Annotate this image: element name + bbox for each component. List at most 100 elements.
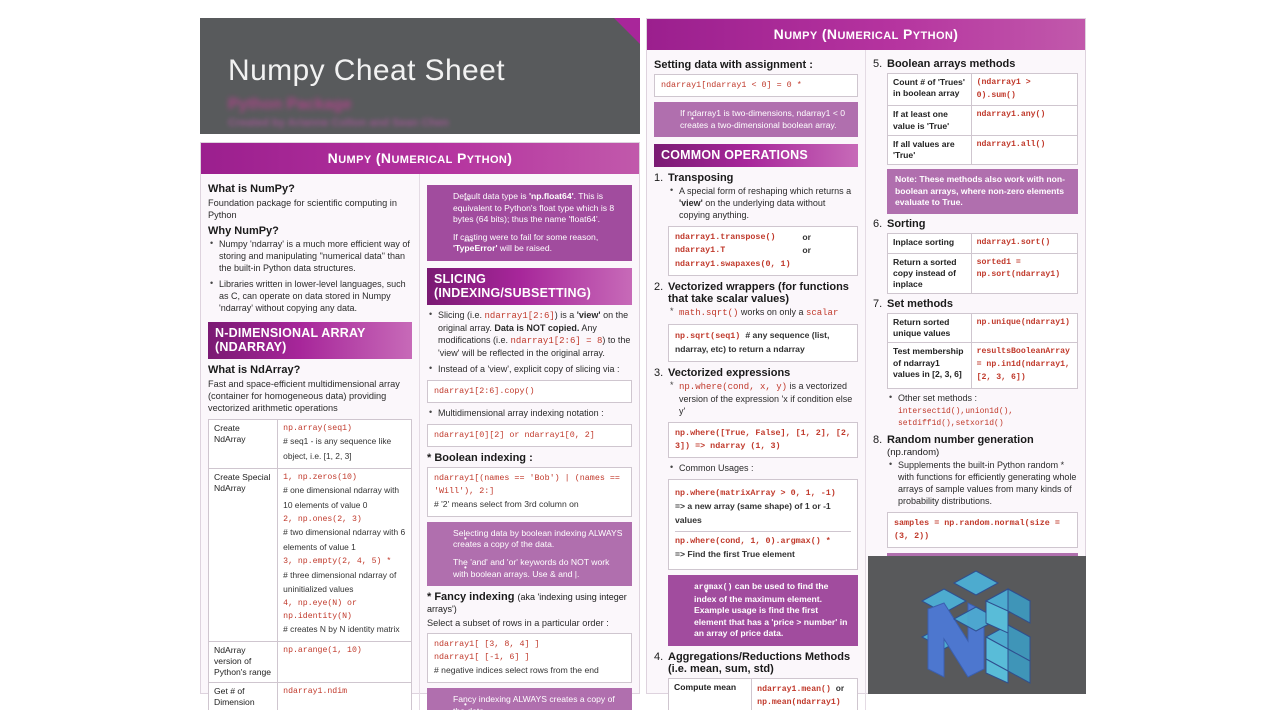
code-line: ndarray1.transpose() or (675, 231, 851, 244)
code-text: scalar (805, 307, 839, 318)
table-cell-key: Test membership of ndarray1 values in [2… (887, 342, 972, 389)
list-item: Other set methods : intersect1d(),union1… (887, 392, 1078, 430)
heading-what-is-ndarray: What is NdArray? (208, 364, 301, 377)
code-fancy-indexing: ndarray1[ [3, 8, 4] ] ndarray1[ [-1, 6] … (427, 633, 632, 684)
numpy-logo-icon (920, 570, 1032, 684)
note-text: The 'and' and 'or' keywords do NOT work … (453, 557, 610, 579)
code-text: ndarray1.T (675, 245, 726, 256)
code-text: ndarray1.all() (976, 139, 1046, 149)
banner-text-pre: N (327, 150, 339, 166)
code-text: ndarray1.sort() (976, 237, 1051, 247)
list-item: A special form of reshaping which return… (668, 185, 858, 222)
note-row: *** If casting were to fail for some rea… (453, 232, 624, 255)
list-slicing-2: Multidimensional array indexing notation… (427, 407, 632, 420)
table-row: Compute mean ndarray1.mean() or np.mean(… (667, 677, 858, 710)
section-common-operations: COMMON OPERATIONS (654, 144, 858, 168)
title-banner: Numpy Cheat Sheet Python Package Created… (200, 18, 640, 134)
table-row: Create NdArray np.array(seq1) # seq1 - i… (207, 418, 412, 469)
note-text-pre: If casting were to fail for some reason, (453, 231, 599, 242)
page-subtitle: Python Package (228, 96, 352, 113)
code-row: np.where(cond, 1, 0).argmax() * => Find … (675, 530, 851, 565)
operation-title: Aggregations/Reductions Methods (i.e. me… (668, 650, 851, 675)
code-text: ndarray1[2:6].copy() (434, 385, 535, 396)
banner-text-w1: UMPY (784, 30, 818, 42)
code-text: ndarray1[(names == 'Bob') | (names == 'W… (434, 472, 620, 496)
code-comment: => Find the first True element (675, 548, 795, 559)
list-vectorized-expressions: np.where(cond, x, y) is a vectorized ver… (668, 380, 858, 418)
banner-text-w2: UMERICAL (391, 154, 453, 166)
heading-why-numpy: Why NumPy? (208, 225, 279, 238)
banner-text-w1: UMPY (338, 154, 372, 166)
heading-what-is-numpy: What is NumPy? (208, 183, 295, 195)
list-why-numpy: Numpy 'ndarray' is a much more efficient… (208, 238, 412, 315)
operation-title-sub: (np.random) (887, 446, 940, 458)
code-text: np.array(seq1) (283, 423, 352, 433)
table-cell-key: Get # of Dimension (207, 681, 279, 710)
column-common-operations: Setting data with assignment : ndarray1[… (647, 50, 866, 710)
code-comment: # negative indices select rows from the … (434, 665, 599, 676)
code-text: math.sqrt() (679, 307, 739, 318)
note-footnotes: ** Default data type is 'np.float64'. Th… (427, 185, 632, 261)
code-text: resultsBooleanArray = np.in1d(ndarray1, … (976, 347, 1070, 382)
code-text: ndarray1[ [-1, 6] ] (434, 652, 530, 663)
code-or: or (802, 245, 811, 256)
code-where-example: np.where([True, False], [1, 2], [2, 3]) … (668, 421, 858, 458)
operation-item-boolean-methods: Boolean arrays methods Count # of 'Trues… (873, 58, 1079, 214)
code-boolean-indexing: ndarray1[(names == 'Bob') | (names == 'W… (427, 466, 632, 517)
table-cell-key: Create NdArray (207, 418, 279, 469)
note-text-post: will be raised. (497, 243, 552, 254)
list-item: np.where(cond, x, y) is a vectorized ver… (668, 380, 858, 418)
note-row: • If ndarray1 is two-dimensions, ndarray… (680, 108, 850, 131)
note-text: If ndarray1 is two-dimensions, ndarray1 … (680, 108, 846, 130)
note-text-code: 'TypeError' (453, 243, 498, 254)
bullet-icon: • (464, 563, 467, 573)
text-fancy-indexing: Select a subset of rows in a particular … (427, 618, 609, 629)
code-text: ndarray1[ndarray1 < 0] = 0 * (661, 80, 802, 90)
table-row: NdArray version of Python's range np.ara… (207, 641, 412, 683)
note-text: If casting were to fail for some reason,… (453, 232, 598, 254)
list-other-set-methods: Other set methods : intersect1d(),union1… (887, 392, 1078, 430)
table-row: If at least one value is 'True' ndarray1… (887, 105, 1079, 136)
code-text: 2, np.ones(2, 3) (283, 514, 362, 524)
page-subtitle-secondary: Created by Arianne Colton and Sean Chen (228, 117, 449, 129)
code-comment: # seq1 - is any sequence like object, i.… (283, 436, 392, 461)
code-text: ndarray1.mean() (757, 684, 831, 694)
table-cell-key: If all values are 'True' (887, 134, 972, 166)
list-common-usages: Common Usages : (668, 462, 858, 475)
note-text: These methods also work with non-boolean… (895, 174, 1065, 208)
code-text: (ndarray1 > 0).sum() (976, 78, 1031, 100)
code-text: ndarray1.swapaxes(0, 1) (675, 258, 791, 269)
table-row: Get # of Dimension ndarray1.ndim (207, 681, 412, 710)
table-cell-value: ndarray1.mean() or np.mean(ndarray1) (751, 677, 858, 710)
code-text: 1, np.zeros(10) (283, 472, 357, 482)
note-boolean-indexing: • Selecting data by boolean indexing ALW… (427, 521, 632, 587)
operation-item-vectorized-wrappers: Vectorized wrappers (for functions that … (654, 281, 858, 362)
operation-title: Transposing (668, 172, 734, 185)
note-row: • argmax() can be used to find the index… (694, 581, 850, 640)
left-panel-banner: NUMPY (NUMERICAL PYTHON) (201, 143, 639, 174)
code-transposing: ndarray1.transpose() or ndarray1.T or ndar… (668, 226, 858, 276)
list-vectorized-wrappers: math.sqrt() works on only a scalar (668, 306, 858, 320)
note-label: Note: (895, 174, 917, 185)
text-what-is-ndarray: Fast and space-efficient multidimensiona… (208, 379, 400, 414)
section-slicing: SLICING (INDEXING/SUBSETTING) (427, 267, 632, 305)
heading-setting-data: Setting data with assignment : (654, 59, 813, 71)
table-row: Create Special NdArray 1, np.zeros(10) #… (207, 467, 412, 643)
list-item: Multidimensional array indexing notation… (427, 407, 632, 420)
table-cell-key: Create Special NdArray (207, 467, 279, 643)
table-row: Return a sorted copy instead of inplace … (887, 252, 1079, 295)
section-ndarray: N-DIMENSIONAL ARRAY (NDARRAY) (208, 322, 412, 360)
note-row: ** Default data type is 'np.float64'. Th… (453, 191, 624, 226)
operations-list-2: Boolean arrays methods Count # of 'Trues… (873, 58, 1079, 588)
list-item: Libraries written in lower-level languag… (208, 278, 412, 315)
list-item: Supplements the built-in Python random *… (887, 459, 1078, 508)
footnote-marker-2: ** (464, 197, 471, 206)
note-text: argmax() can be used to find the index o… (694, 581, 847, 639)
list-transposing: A special form of reshaping which return… (668, 185, 858, 222)
note-argmax: • argmax() can be used to find the index… (668, 574, 858, 646)
column-slicing: ** Default data type is 'np.float64'. Th… (420, 174, 639, 710)
code-text: ndarray1.ndim (283, 686, 348, 696)
note-row: • The 'and' and 'or' keywords do NOT wor… (453, 557, 624, 580)
code-text: np.where([True, False], [1, 2], [2, 3]) … (675, 427, 851, 451)
heading-boolean-indexing: * Boolean indexing : (427, 451, 533, 464)
